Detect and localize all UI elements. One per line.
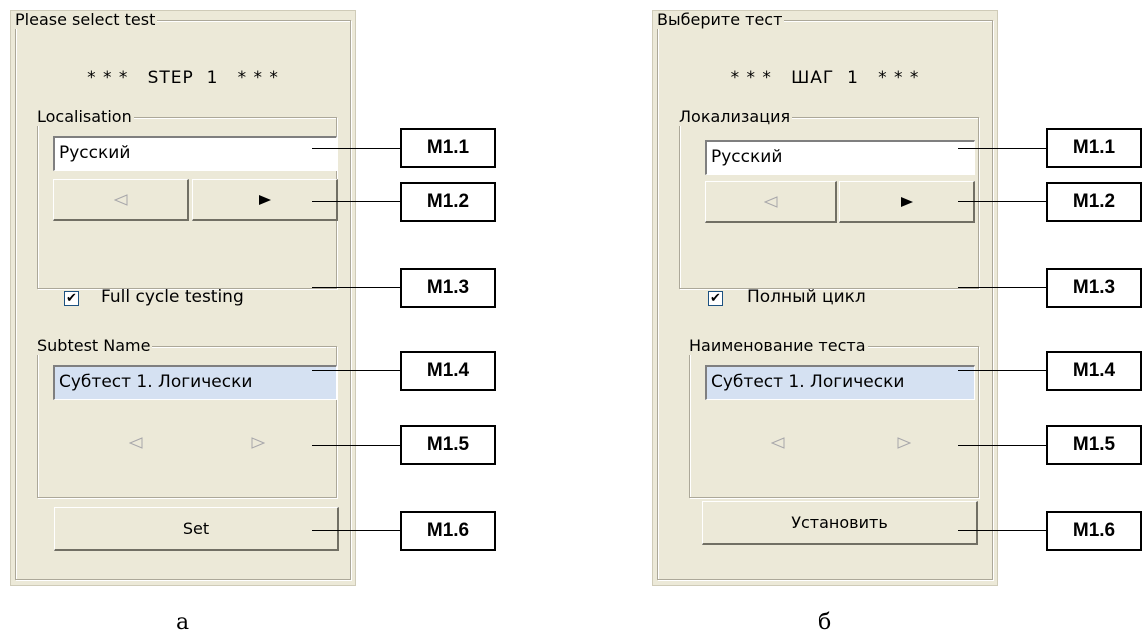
language-prev-button	[705, 181, 837, 223]
language-next-button[interactable]	[192, 179, 338, 221]
language-field[interactable]: Русский	[705, 140, 975, 175]
right-window-panel: Выберите тест * * * ШАГ 1 * * * Локализа…	[652, 10, 998, 586]
subtest-prev-button	[753, 431, 803, 455]
marker-label: M1.2	[1046, 182, 1142, 222]
marker-label: M1.4	[400, 351, 496, 391]
marker-line	[312, 530, 400, 531]
full-cycle-checkbox[interactable]: ✔	[708, 291, 723, 306]
marker-line	[312, 370, 400, 371]
marker-line	[958, 148, 1046, 149]
figure-caption-b: б	[818, 610, 832, 635]
marker-line	[958, 445, 1046, 446]
marker-line	[312, 201, 400, 202]
group-title: Please select test	[15, 10, 158, 29]
marker-line	[958, 201, 1046, 202]
subtest-prev-button	[111, 431, 161, 455]
triangle-left-icon	[129, 437, 143, 449]
localisation-label: Localisation	[37, 107, 134, 126]
marker-line	[312, 287, 400, 288]
language-next-button[interactable]	[839, 181, 975, 223]
marker-label: M1.6	[1046, 511, 1142, 551]
subtest-name-field[interactable]: Субтест 1. Логически	[705, 365, 975, 400]
check-icon: ✔	[710, 291, 721, 306]
step-indicator: * * * STEP 1 * * *	[87, 68, 279, 88]
subtest-next-button	[879, 431, 929, 455]
marker-label: M1.3	[400, 268, 496, 308]
language-prev-button	[53, 179, 189, 221]
triangle-left-icon	[763, 195, 777, 208]
set-button[interactable]: Установить	[702, 501, 978, 545]
subtest-label: Subtest Name	[37, 336, 153, 355]
group-title: Выберите тест	[657, 10, 785, 29]
triangle-right-icon	[258, 194, 271, 205]
triangle-left-icon	[771, 437, 785, 449]
check-icon: ✔	[66, 291, 77, 306]
step-indicator: * * * ШАГ 1 * * *	[730, 68, 920, 88]
marker-label: M1.6	[400, 511, 496, 551]
marker-label: M1.1	[1046, 128, 1142, 168]
localisation-label: Локализация	[679, 107, 793, 126]
marker-line	[958, 530, 1046, 531]
marker-label: M1.2	[400, 182, 496, 222]
set-button[interactable]: Set	[54, 507, 339, 551]
marker-label: M1.4	[1046, 351, 1142, 391]
triangle-right-icon	[251, 437, 265, 449]
left-window-panel: Please select test * * * STEP 1 * * * Lo…	[10, 10, 356, 586]
marker-label: M1.5	[400, 425, 496, 465]
full-cycle-checkbox[interactable]: ✔	[64, 291, 79, 306]
subtest-label: Наименование теста	[689, 336, 868, 355]
marker-line	[312, 445, 400, 446]
marker-line	[312, 148, 400, 149]
triangle-right-icon	[897, 437, 911, 449]
figure-caption-a: а	[176, 610, 190, 635]
marker-line	[958, 370, 1046, 371]
full-cycle-label: Full cycle testing	[101, 287, 244, 307]
triangle-left-icon	[113, 193, 127, 206]
marker-label: M1.5	[1046, 425, 1142, 465]
marker-label: M1.3	[1046, 268, 1142, 308]
marker-line	[958, 287, 1046, 288]
language-field[interactable]: Русский	[53, 136, 337, 171]
subtest-next-button	[233, 431, 283, 455]
full-cycle-label: Полный цикл	[747, 287, 866, 307]
subtest-name-field[interactable]: Субтест 1. Логически	[53, 365, 337, 400]
triangle-right-icon	[900, 196, 913, 207]
marker-label: M1.1	[400, 128, 496, 168]
